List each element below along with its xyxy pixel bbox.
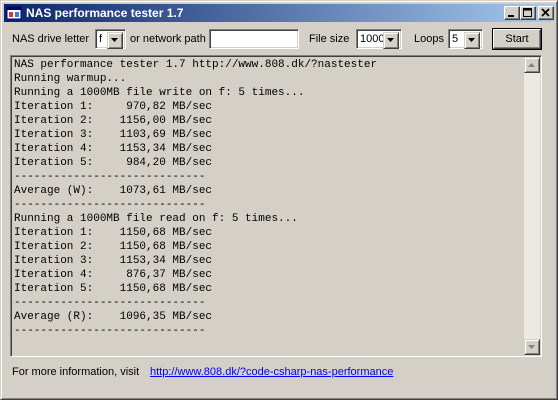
minimize-icon bbox=[508, 15, 514, 17]
loops-select[interactable]: 5 bbox=[448, 29, 483, 49]
log-line: ----------------------------- bbox=[14, 297, 206, 309]
drive-letter-value: f bbox=[99, 33, 103, 45]
close-icon bbox=[541, 8, 550, 17]
app-window-icon bbox=[6, 5, 22, 21]
minimize-button[interactable] bbox=[504, 6, 520, 20]
log-line: NAS performance tester 1.7 http://www.80… bbox=[14, 59, 378, 71]
output-log-text[interactable]: NAS performance tester 1.7 http://www.80… bbox=[14, 58, 522, 338]
loops-label: Loops bbox=[414, 33, 444, 45]
chevron-down-icon bbox=[528, 345, 535, 349]
file-size-label: File size bbox=[309, 33, 350, 45]
log-line: ----------------------------- bbox=[14, 325, 206, 337]
log-line: Running a 1000MB file write on f: 5 time… bbox=[14, 87, 305, 99]
loops-value: 5 bbox=[452, 33, 459, 45]
vertical-scrollbar[interactable] bbox=[524, 57, 540, 355]
close-button[interactable] bbox=[538, 6, 554, 20]
file-size-select[interactable]: 1000 bbox=[356, 29, 402, 49]
output-log-area[interactable]: NAS performance tester 1.7 http://www.80… bbox=[10, 55, 542, 357]
drive-letter-label: NAS drive letter bbox=[12, 33, 90, 45]
file-size-value: 1000 bbox=[360, 33, 385, 45]
log-line: Iteration 2: 1156,00 MB/sec bbox=[14, 115, 213, 127]
info-link[interactable]: http://www.808.dk/?code-csharp-nas-perfo… bbox=[150, 366, 393, 378]
log-line: Running warmup... bbox=[14, 73, 127, 85]
chevron-down-icon bbox=[111, 38, 118, 42]
log-line: ----------------------------- bbox=[14, 171, 206, 183]
info-label: For more information, visit bbox=[12, 366, 140, 378]
log-line: Iteration 4: 876,37 MB/sec bbox=[14, 269, 213, 281]
chevron-down-icon bbox=[387, 38, 394, 42]
scroll-down-button[interactable] bbox=[524, 339, 540, 355]
network-path-label: or network path bbox=[130, 33, 206, 45]
chevron-down-icon bbox=[468, 38, 475, 42]
log-line: Iteration 4: 1153,34 MB/sec bbox=[14, 143, 213, 155]
log-line: Iteration 5: 1150,68 MB/sec bbox=[14, 283, 213, 295]
window-title: NAS performance tester 1.7 bbox=[26, 6, 184, 20]
log-line: Iteration 5: 984,20 MB/sec bbox=[14, 157, 213, 169]
drive-letter-select[interactable]: f bbox=[95, 29, 126, 49]
file-size-dropdown-button[interactable] bbox=[383, 32, 399, 49]
maximize-icon bbox=[523, 8, 532, 17]
log-line: Iteration 1: 1150,68 MB/sec bbox=[14, 227, 213, 239]
title-bar[interactable]: NAS performance tester 1.7 bbox=[4, 4, 554, 22]
log-line: Running a 1000MB file read on f: 5 times… bbox=[14, 213, 298, 225]
loops-dropdown-button[interactable] bbox=[464, 32, 480, 49]
log-line: Iteration 1: 970,82 MB/sec bbox=[14, 101, 213, 113]
log-line: Iteration 3: 1103,69 MB/sec bbox=[14, 129, 213, 141]
log-line: Iteration 3: 1153,34 MB/sec bbox=[14, 255, 213, 267]
network-path-input[interactable] bbox=[209, 29, 299, 49]
drive-letter-dropdown-button[interactable] bbox=[107, 32, 123, 49]
maximize-button[interactable] bbox=[520, 6, 536, 20]
scroll-up-button[interactable] bbox=[524, 57, 540, 73]
log-line: ----------------------------- bbox=[14, 199, 206, 211]
start-button[interactable]: Start bbox=[493, 29, 541, 49]
log-line: Average (R): 1096,35 MB/sec bbox=[14, 311, 213, 323]
log-line: Iteration 2: 1150,68 MB/sec bbox=[14, 241, 213, 253]
main-window: NAS performance tester 1.7 NAS drive let… bbox=[0, 0, 558, 400]
log-line: Average (W): 1073,61 MB/sec bbox=[14, 185, 213, 197]
chevron-up-icon bbox=[528, 63, 535, 67]
